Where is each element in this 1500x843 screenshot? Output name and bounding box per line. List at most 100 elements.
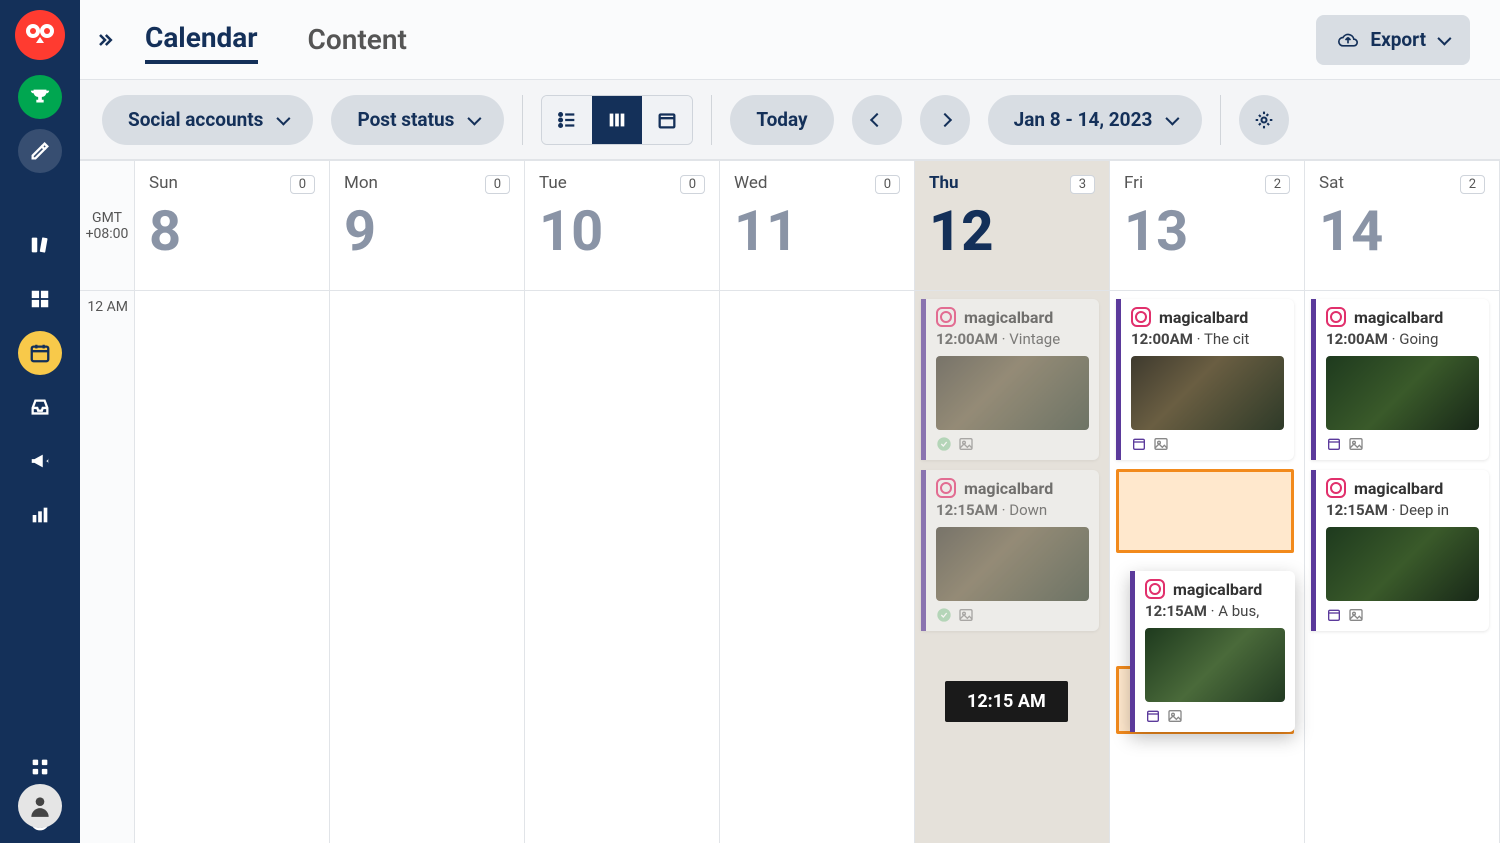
grid-icon — [29, 756, 51, 778]
post-time: 12:00AM — [1131, 330, 1193, 348]
day-header: Wed 11 0 — [720, 161, 914, 291]
day-header: Sun 8 0 — [135, 161, 329, 291]
social-accounts-filter[interactable]: Social accounts — [102, 95, 313, 145]
chevron-left-icon — [870, 112, 884, 126]
day-header: Tue 10 0 — [525, 161, 719, 291]
day-col-fri[interactable]: Fri 13 2 magicalbard 12:00AM · The cit — [1110, 161, 1305, 843]
post-account: magicalbard — [1173, 580, 1262, 599]
day-col-sun[interactable]: Sun 8 0 — [135, 161, 330, 843]
post-account: magicalbard — [1159, 308, 1248, 327]
person-icon — [27, 793, 53, 819]
post-caption: The cit — [1204, 330, 1249, 348]
instagram-icon — [936, 307, 956, 327]
day-col-thu[interactable]: Thu 12 3 magicalbard 12:00AM · Vintage — [915, 161, 1110, 843]
post-card[interactable]: magicalbard 12:15AM · Down — [921, 470, 1099, 631]
day-number: 10 — [539, 203, 705, 259]
header-tabs: Calendar Content Export — [80, 0, 1500, 80]
post-count-badge: 0 — [875, 175, 900, 194]
post-time: 12:00AM — [1326, 330, 1388, 348]
inbox-icon — [29, 396, 51, 418]
post-card[interactable]: magicalbard 12:15AM · Deep in — [1311, 470, 1489, 631]
planner-button[interactable] — [18, 331, 62, 375]
image-icon — [1167, 708, 1183, 724]
day-body[interactable] — [330, 291, 524, 843]
post-card[interactable]: magicalbard 12:00AM · Vintage — [921, 299, 1099, 460]
day-header: Thu 12 3 — [915, 161, 1109, 291]
next-week-button[interactable] — [920, 95, 970, 145]
apps-button[interactable] — [18, 745, 62, 789]
day-body[interactable] — [135, 291, 329, 843]
day-col-wed[interactable]: Wed 11 0 — [720, 161, 915, 843]
analytics-icon — [29, 504, 51, 526]
day-col-sat[interactable]: Sat 14 2 magicalbard 12:00AM · Going — [1305, 161, 1500, 843]
collapse-sidebar-button[interactable] — [85, 20, 125, 60]
chevron-down-icon — [1166, 111, 1180, 125]
streams-icon — [29, 234, 51, 256]
date-range-picker[interactable]: Jan 8 - 14, 2023 — [988, 95, 1203, 145]
inbox-button[interactable] — [18, 385, 62, 429]
day-body[interactable] — [525, 291, 719, 843]
achievements-button[interactable] — [18, 75, 62, 119]
drop-target[interactable] — [1116, 469, 1294, 553]
day-body[interactable] — [720, 291, 914, 843]
chevron-right-double-icon — [95, 30, 115, 50]
calendar-small-icon — [1326, 607, 1342, 623]
day-body[interactable]: magicalbard 12:00AM · Going magicalbard … — [1305, 291, 1499, 843]
post-image — [1145, 628, 1285, 702]
global-sidebar — [0, 0, 80, 843]
post-card[interactable]: magicalbard 12:00AM · Going — [1311, 299, 1489, 460]
post-image — [936, 527, 1089, 601]
hootsuite-logo[interactable] — [15, 10, 65, 60]
dashboard-button[interactable] — [18, 277, 62, 321]
image-icon — [1153, 436, 1169, 452]
analytics-button[interactable] — [18, 493, 62, 537]
day-col-tue[interactable]: Tue 10 0 — [525, 161, 720, 843]
toolbar-divider — [522, 95, 523, 145]
day-body[interactable]: magicalbard 12:00AM · Vintage magicalbar… — [915, 291, 1109, 843]
pencil-icon — [29, 140, 51, 162]
advertise-button[interactable] — [18, 439, 62, 483]
timezone-label: GMT +08:00 — [80, 161, 134, 291]
post-time: 12:15AM — [936, 501, 998, 519]
post-count-badge: 2 — [1265, 175, 1290, 194]
post-card[interactable]: magicalbard 12:00AM · The cit — [1116, 299, 1294, 460]
prev-week-button[interactable] — [852, 95, 902, 145]
post-caption: Down — [1009, 501, 1047, 519]
day-body[interactable]: magicalbard 12:00AM · The cit magicalbar… — [1110, 291, 1304, 843]
day-col-mon[interactable]: Mon 9 0 — [330, 161, 525, 843]
tz-name: GMT — [92, 210, 122, 226]
instagram-icon — [1145, 579, 1165, 599]
toolbar: Social accounts Post status Today — [80, 80, 1500, 160]
tab-content[interactable]: Content — [308, 17, 407, 62]
tz-offset: +08:00 — [86, 226, 129, 242]
time-axis: GMT +08:00 12 AM — [80, 161, 135, 843]
settings-button[interactable] — [1239, 95, 1289, 145]
social-accounts-label: Social accounts — [128, 108, 263, 131]
post-image — [1131, 356, 1284, 430]
tab-calendar[interactable]: Calendar — [145, 15, 258, 64]
post-count-badge: 3 — [1070, 175, 1095, 194]
megaphone-icon — [29, 450, 51, 472]
chevron-down-icon — [277, 111, 291, 125]
cloud-upload-icon — [1338, 30, 1358, 50]
streams-button[interactable] — [18, 223, 62, 267]
export-button[interactable]: Export — [1316, 15, 1470, 65]
dragging-post-card[interactable]: magicalbard 12:15AM · A bus, — [1130, 571, 1295, 732]
day-columns: Sun 8 0 Mon 9 0 Tue 10 0 — [135, 161, 1500, 843]
dashboard-icon — [29, 288, 51, 310]
chevron-right-icon — [938, 112, 952, 126]
view-list-button[interactable] — [542, 96, 592, 144]
date-range-label: Jan 8 - 14, 2023 — [1014, 108, 1153, 131]
instagram-icon — [1326, 478, 1346, 498]
profile-avatar[interactable] — [18, 784, 62, 828]
today-button[interactable]: Today — [730, 95, 833, 145]
list-icon — [556, 109, 578, 131]
day-number: 11 — [734, 203, 900, 259]
post-status-filter[interactable]: Post status — [331, 95, 504, 145]
check-circle-icon — [936, 607, 952, 623]
post-account: magicalbard — [964, 479, 1053, 498]
compose-button[interactable] — [18, 129, 62, 173]
view-month-button[interactable] — [642, 96, 692, 144]
view-week-button[interactable] — [592, 96, 642, 144]
columns-icon — [606, 109, 628, 131]
